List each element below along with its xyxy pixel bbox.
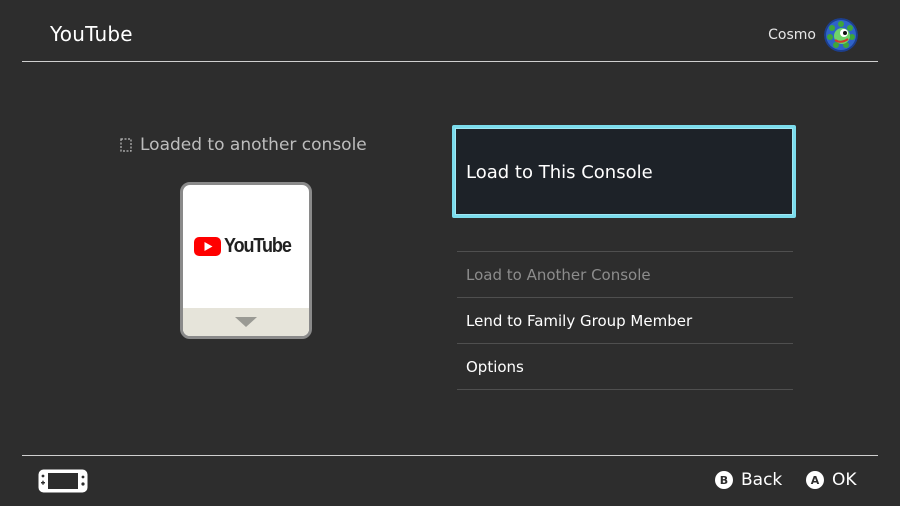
lend-to-family-group-member-item[interactable]: Lend to Family Group Member <box>457 298 793 343</box>
a-button-icon: A <box>806 471 824 489</box>
screen: YouTube Cosmo Loaded to another console … <box>0 0 900 506</box>
back-label: Back <box>741 470 783 490</box>
options-menu: Load to Another Console Lend to Family G… <box>457 251 793 390</box>
load-to-this-console-label: Load to This Console <box>466 162 653 183</box>
menu-divider <box>457 389 793 390</box>
b-button-icon: B <box>715 471 733 489</box>
footer-divider <box>22 455 878 456</box>
youtube-logo: YouTube <box>193 235 298 258</box>
dashed-square-icon <box>120 138 132 152</box>
header-divider <box>22 61 878 62</box>
ok-label: OK <box>832 470 857 490</box>
menu-item-label: Load to Another Console <box>466 265 651 284</box>
status-indicator: Loaded to another console <box>120 135 367 155</box>
load-to-another-console-item[interactable]: Load to Another Console <box>457 252 793 297</box>
ok-hint[interactable]: A OK <box>806 470 857 490</box>
back-hint[interactable]: B Back <box>715 470 782 490</box>
switch-console-icon <box>38 469 88 493</box>
youtube-logo-text: YouTube <box>223 235 292 257</box>
menu-item-label: Options <box>466 357 524 376</box>
load-to-this-console-button[interactable]: Load to This Console <box>452 125 796 218</box>
software-card: YouTube <box>180 182 312 339</box>
options-item[interactable]: Options <box>457 344 793 389</box>
status-text: Loaded to another console <box>140 135 367 155</box>
user-profile[interactable]: Cosmo <box>768 17 858 53</box>
header: YouTube Cosmo <box>0 0 900 62</box>
avatar-icon[interactable] <box>824 18 858 52</box>
user-name: Cosmo <box>768 27 816 43</box>
software-card-body: YouTube <box>183 185 309 308</box>
page-title: YouTube <box>50 22 133 46</box>
software-card-footer <box>183 308 309 336</box>
youtube-play-icon <box>193 237 221 256</box>
menu-item-label: Lend to Family Group Member <box>466 311 693 330</box>
chevron-down-icon <box>235 317 257 327</box>
